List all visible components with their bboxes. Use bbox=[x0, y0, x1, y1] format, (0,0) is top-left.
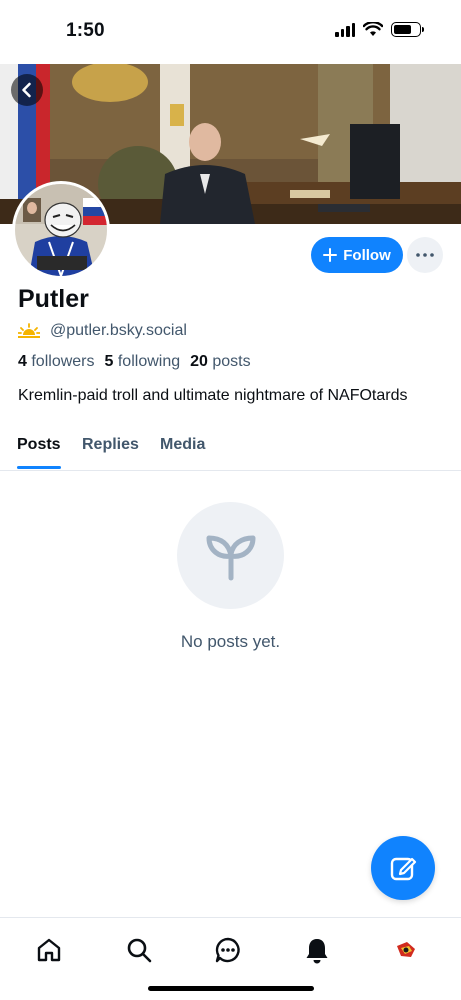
compose-button[interactable] bbox=[371, 836, 435, 900]
active-tab-indicator bbox=[17, 466, 61, 469]
tab-posts[interactable]: Posts bbox=[17, 436, 61, 454]
home-indicator bbox=[148, 986, 314, 991]
tab-replies[interactable]: Replies bbox=[82, 436, 139, 454]
profile-stats: 4 followers 5 following 20 posts bbox=[18, 353, 251, 371]
avatar-image bbox=[15, 184, 107, 276]
following-stat[interactable]: 5 following bbox=[105, 353, 181, 371]
sunrise-emoji-icon bbox=[18, 323, 40, 338]
profile-avatar bbox=[394, 938, 418, 962]
more-options-button[interactable] bbox=[407, 237, 443, 273]
display-name: Putler bbox=[18, 285, 89, 313]
status-time: 1:50 bbox=[66, 20, 105, 41]
battery-icon bbox=[391, 22, 424, 37]
tab-media[interactable]: Media bbox=[160, 436, 205, 454]
search-icon bbox=[127, 938, 152, 963]
posts-label: posts bbox=[212, 353, 251, 370]
sprout-icon bbox=[206, 535, 255, 580]
nav-chat[interactable] bbox=[208, 930, 248, 970]
profile-tabs: Posts Replies Media bbox=[0, 426, 461, 471]
following-count: 5 bbox=[104, 353, 114, 370]
follow-button-label: Follow bbox=[343, 246, 391, 264]
nav-search[interactable] bbox=[119, 930, 159, 970]
wifi-icon bbox=[363, 22, 383, 36]
profile-avatar[interactable] bbox=[12, 181, 110, 279]
posts-count: 20 bbox=[190, 353, 208, 370]
bell-icon bbox=[306, 939, 328, 964]
profile-bio: Kremlin-paid troll and ultimate nightmar… bbox=[18, 387, 408, 404]
follow-button[interactable]: Follow bbox=[311, 237, 403, 273]
followers-stat[interactable]: 4 followers bbox=[18, 353, 95, 371]
followers-label: followers bbox=[31, 353, 95, 370]
followers-count: 4 bbox=[18, 353, 27, 370]
cellular-signal-icon bbox=[335, 22, 355, 37]
nav-profile[interactable] bbox=[386, 930, 426, 970]
posts-stat: 20 posts bbox=[190, 353, 251, 371]
profile-handle[interactable]: @putler.bsky.social bbox=[50, 322, 187, 340]
chevron-left-icon bbox=[22, 82, 31, 98]
status-icons bbox=[335, 22, 424, 37]
status-bar: 1:50 bbox=[0, 0, 461, 64]
compose-icon bbox=[390, 857, 417, 881]
home-icon bbox=[37, 938, 61, 962]
following-label: following bbox=[117, 353, 181, 370]
nav-home[interactable] bbox=[29, 930, 69, 970]
nav-notifications[interactable] bbox=[297, 930, 337, 970]
handle-row: @putler.bsky.social bbox=[18, 322, 187, 340]
back-button[interactable] bbox=[11, 74, 43, 106]
ellipsis-icon bbox=[416, 253, 434, 257]
empty-state-icon-container bbox=[177, 502, 284, 609]
empty-state-message: No posts yet. bbox=[180, 632, 281, 651]
chat-icon bbox=[215, 937, 240, 963]
plus-icon bbox=[323, 248, 338, 262]
